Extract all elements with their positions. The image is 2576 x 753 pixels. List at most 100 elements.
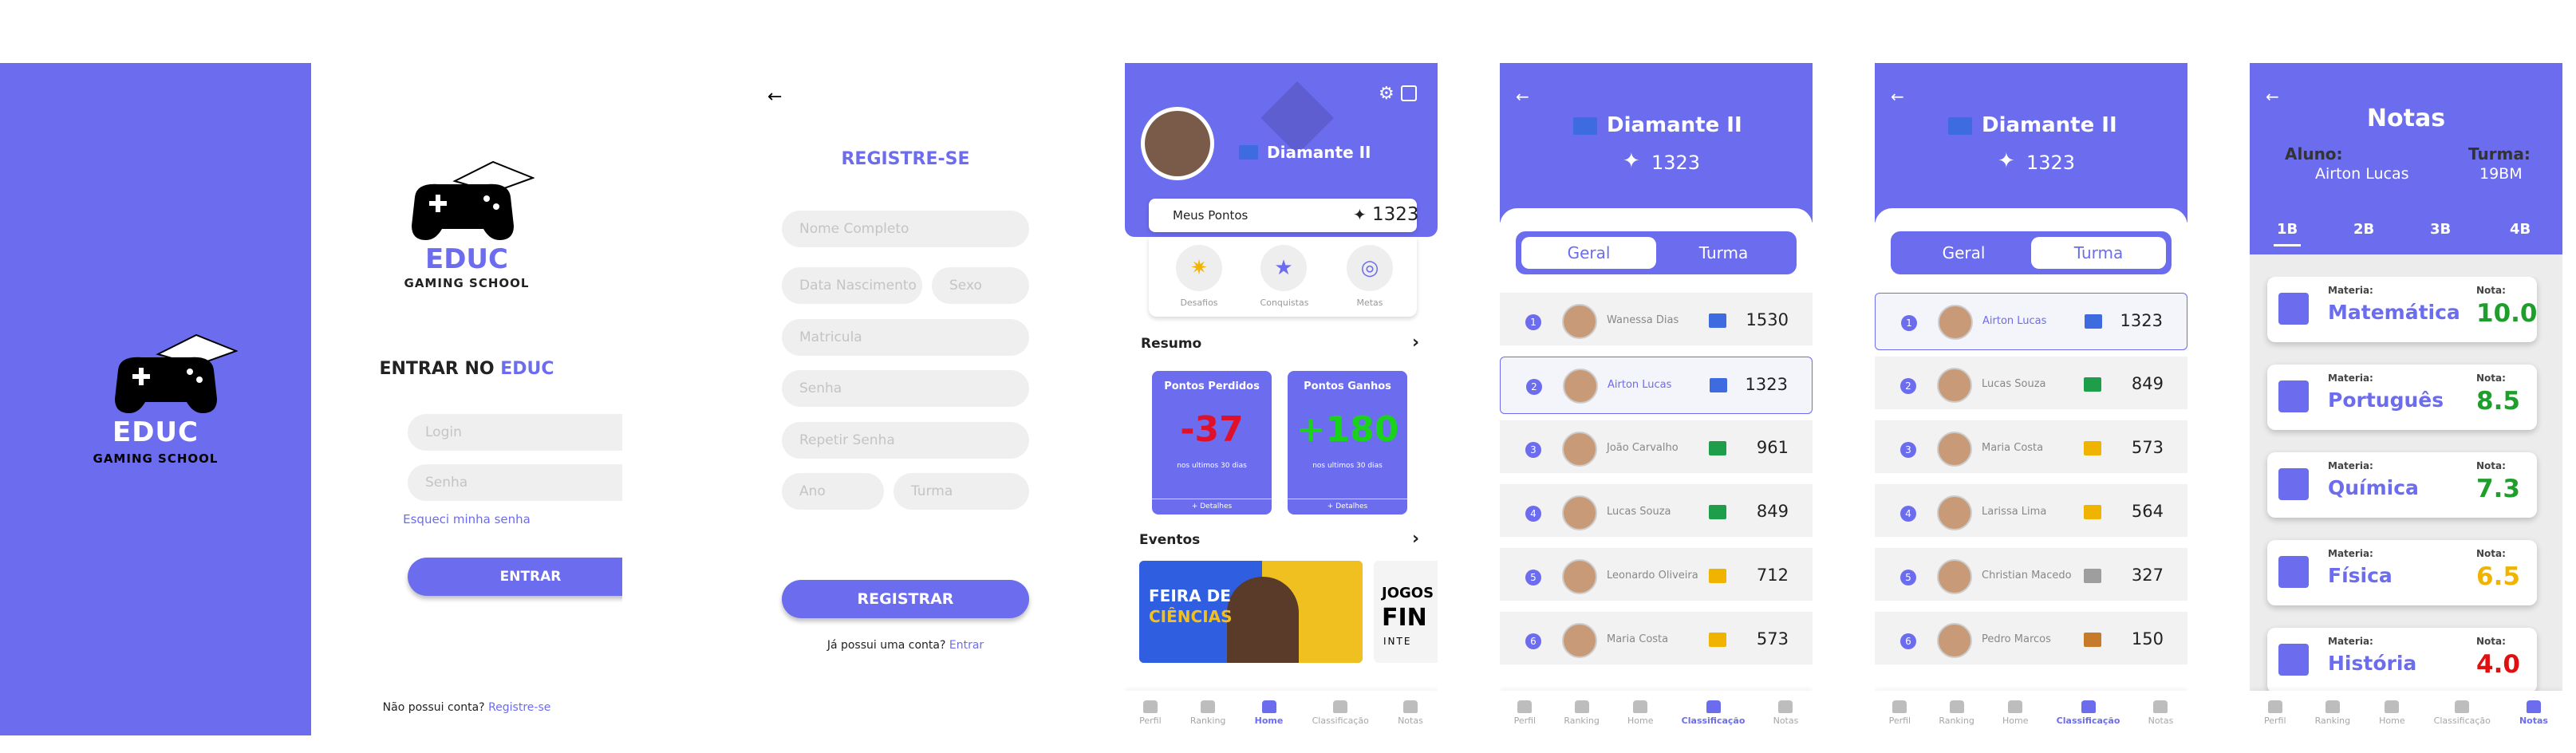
table-row[interactable]: 2 Airton Lucas 1323	[1500, 357, 1813, 414]
grade-card[interactable]: Materia: Química Nota: 7.3	[2267, 452, 2537, 518]
nav-perfil[interactable]: Perfil	[1514, 700, 1536, 726]
tab-geral[interactable]: Geral	[1896, 237, 2031, 269]
podium-icon	[1333, 700, 1348, 713]
grade-card[interactable]: Materia: Matemática Nota: 10.0	[2267, 277, 2538, 342]
rank-badge-icon	[1573, 117, 1597, 135]
matricula-input[interactable]: Matricula	[782, 319, 1029, 356]
user-icon	[2267, 700, 2282, 713]
password-input[interactable]: Senha	[408, 464, 622, 501]
event-jogos-line2: FIN	[1382, 604, 1427, 632]
repeat-password-input[interactable]: Repetir Senha	[782, 422, 1029, 459]
player-score: 712	[1756, 566, 1789, 585]
back-arrow-icon[interactable]: ←	[1516, 87, 1529, 106]
signup-prompt: Não possui conta? Registre-se	[311, 701, 622, 714]
nav-notas[interactable]: Notas	[1773, 700, 1798, 726]
points-lost-card[interactable]: Pontos Perdidos -37 nos ultimos 30 dias …	[1152, 371, 1272, 514]
achievements-icon[interactable]: ★	[1260, 245, 1307, 291]
rank-book-icon	[1709, 313, 1726, 328]
table-row[interactable]: 6 Pedro Marcos 150	[1875, 612, 2187, 669]
logout-icon[interactable]	[1401, 85, 1417, 101]
term-tab-3b[interactable]: 3B	[2430, 221, 2451, 238]
grade-label: Nota:	[2476, 373, 2506, 384]
player-name: Pedro Marcos	[1982, 633, 2051, 645]
nav-perfil[interactable]: Perfil	[1139, 700, 1162, 726]
challenges-icon[interactable]: ✷	[1176, 245, 1222, 291]
term-tab-2b[interactable]: 2B	[2353, 221, 2374, 238]
class-input[interactable]: Turma	[894, 473, 1029, 510]
grade-card[interactable]: Materia: História Nota: 4.0	[2267, 628, 2537, 692]
lost-details-link[interactable]: + Detalhes	[1152, 499, 1272, 511]
login-button[interactable]: ENTRAR	[408, 558, 622, 596]
register-link[interactable]: Registre-se	[488, 701, 550, 714]
gained-details-link[interactable]: + Detalhes	[1288, 499, 1407, 511]
nav-classificacao[interactable]: Classificação	[1312, 700, 1369, 726]
event-card-jogos[interactable]: JOGOS FIN INTE	[1374, 561, 1438, 663]
back-arrow-icon[interactable]: ←	[1891, 87, 1904, 106]
nav-notas[interactable]: Notas	[1398, 700, 1423, 726]
nav-home[interactable]: Home	[1255, 700, 1283, 726]
table-row[interactable]: 3 João Carvalho 961	[1500, 420, 1813, 478]
nav-notas[interactable]: Notas	[2519, 700, 2548, 726]
nav-home[interactable]: Home	[2379, 700, 2405, 726]
nav-ranking[interactable]: Ranking	[1190, 700, 1225, 726]
settings-icon[interactable]: ⚙	[1379, 84, 1395, 104]
table-row[interactable]: 1 Wanessa Dias 1530	[1500, 293, 1813, 350]
table-row[interactable]: 4 Lucas Souza 849	[1500, 484, 1813, 542]
table-row[interactable]: 3 Maria Costa 573	[1875, 420, 2187, 478]
term-tab-1b[interactable]: 1B	[2274, 221, 2302, 246]
ranking-turma-screen: ← Diamante II ✦ 1323 Geral Turma 1 Airton…	[1875, 63, 2187, 735]
table-row[interactable]: 1 Airton Lucas 1323	[1875, 293, 2187, 350]
player-score: 1530	[1746, 310, 1789, 329]
nav-perfil[interactable]: Perfil	[1889, 700, 1911, 726]
table-row[interactable]: 4 Larissa Lima 564	[1875, 484, 2187, 542]
tab-turma[interactable]: Turma	[1656, 237, 1791, 269]
nav-ranking[interactable]: Ranking	[1939, 700, 1974, 726]
nav-home[interactable]: Home	[2002, 700, 2028, 726]
back-arrow-icon[interactable]: ←	[2266, 87, 2279, 106]
birthdate-input[interactable]: Data Nascimento	[782, 267, 922, 304]
nav-ranking[interactable]: Ranking	[1564, 700, 1600, 726]
tab-turma[interactable]: Turma	[2031, 237, 2166, 269]
year-input[interactable]: Ano	[782, 473, 884, 510]
term-tab-4b[interactable]: 4B	[2510, 221, 2531, 238]
points-gained-card[interactable]: Pontos Ganhos +180 nos ultimos 30 dias +…	[1288, 371, 1407, 514]
sex-input[interactable]: Sexo	[932, 267, 1029, 304]
register-button[interactable]: REGISTRAR	[782, 580, 1029, 618]
password-input[interactable]: Senha	[782, 370, 1029, 407]
nav-ranking[interactable]: Ranking	[2315, 700, 2350, 726]
login-input[interactable]: Login	[408, 414, 622, 451]
notas-title: Notas	[2366, 104, 2446, 132]
grade-card[interactable]: Materia: Física Nota: 6.5	[2267, 540, 2537, 605]
star-icon: ✦	[1623, 149, 1640, 173]
back-arrow-icon[interactable]: ←	[767, 87, 782, 107]
summary-chevron-icon[interactable]: ›	[1412, 333, 1419, 353]
table-row[interactable]: 5 Leonardo Oliveira 712	[1500, 548, 1813, 605]
nav-home[interactable]: Home	[1627, 700, 1653, 726]
grade-card[interactable]: Materia: Português Nota: 8.5	[2267, 365, 2537, 430]
nav-label: Classificação	[2433, 716, 2491, 726]
nav-classificacao[interactable]: Classificação	[2057, 700, 2120, 726]
player-score: 573	[2131, 438, 2164, 457]
enter-link[interactable]: Entrar	[949, 639, 984, 652]
nav-classificacao[interactable]: Classificação	[1682, 700, 1745, 726]
goals-icon[interactable]: ◎	[1347, 245, 1393, 291]
event-card-feira[interactable]: FEIRA DE CIÊNCIAS	[1139, 561, 1363, 663]
nav-perfil[interactable]: Perfil	[2264, 700, 2286, 726]
player-name: Wanessa Dias	[1607, 314, 1679, 326]
grade-label: Nota:	[2476, 548, 2506, 559]
rank-number: 5	[1900, 570, 1916, 585]
graduation-cap-icon	[1402, 700, 1418, 713]
name-input[interactable]: Nome Completo	[782, 211, 1029, 247]
table-row[interactable]: 6 Maria Costa 573	[1500, 612, 1813, 669]
events-chevron-icon[interactable]: ›	[1412, 529, 1419, 549]
nav-notas[interactable]: Notas	[2148, 700, 2173, 726]
shortcuts-panel: ✷ ★ ◎ Desafios Conquistas Metas	[1149, 237, 1417, 317]
lost-caption: nos ultimos 30 dias	[1177, 462, 1247, 470]
table-row[interactable]: 2 Lucas Souza 849	[1875, 357, 2187, 414]
forgot-password-link[interactable]: Esqueci minha senha	[311, 512, 622, 526]
star-icon: ✦	[1998, 149, 2015, 173]
table-row[interactable]: 5 Christian Macedo 327	[1875, 548, 2187, 605]
ranking-geral-screen: ← Diamante II ✦ 1323 Geral Turma 1 Waness…	[1500, 63, 1813, 735]
tab-geral[interactable]: Geral	[1521, 237, 1656, 269]
nav-classificacao[interactable]: Classificação	[2434, 700, 2491, 726]
